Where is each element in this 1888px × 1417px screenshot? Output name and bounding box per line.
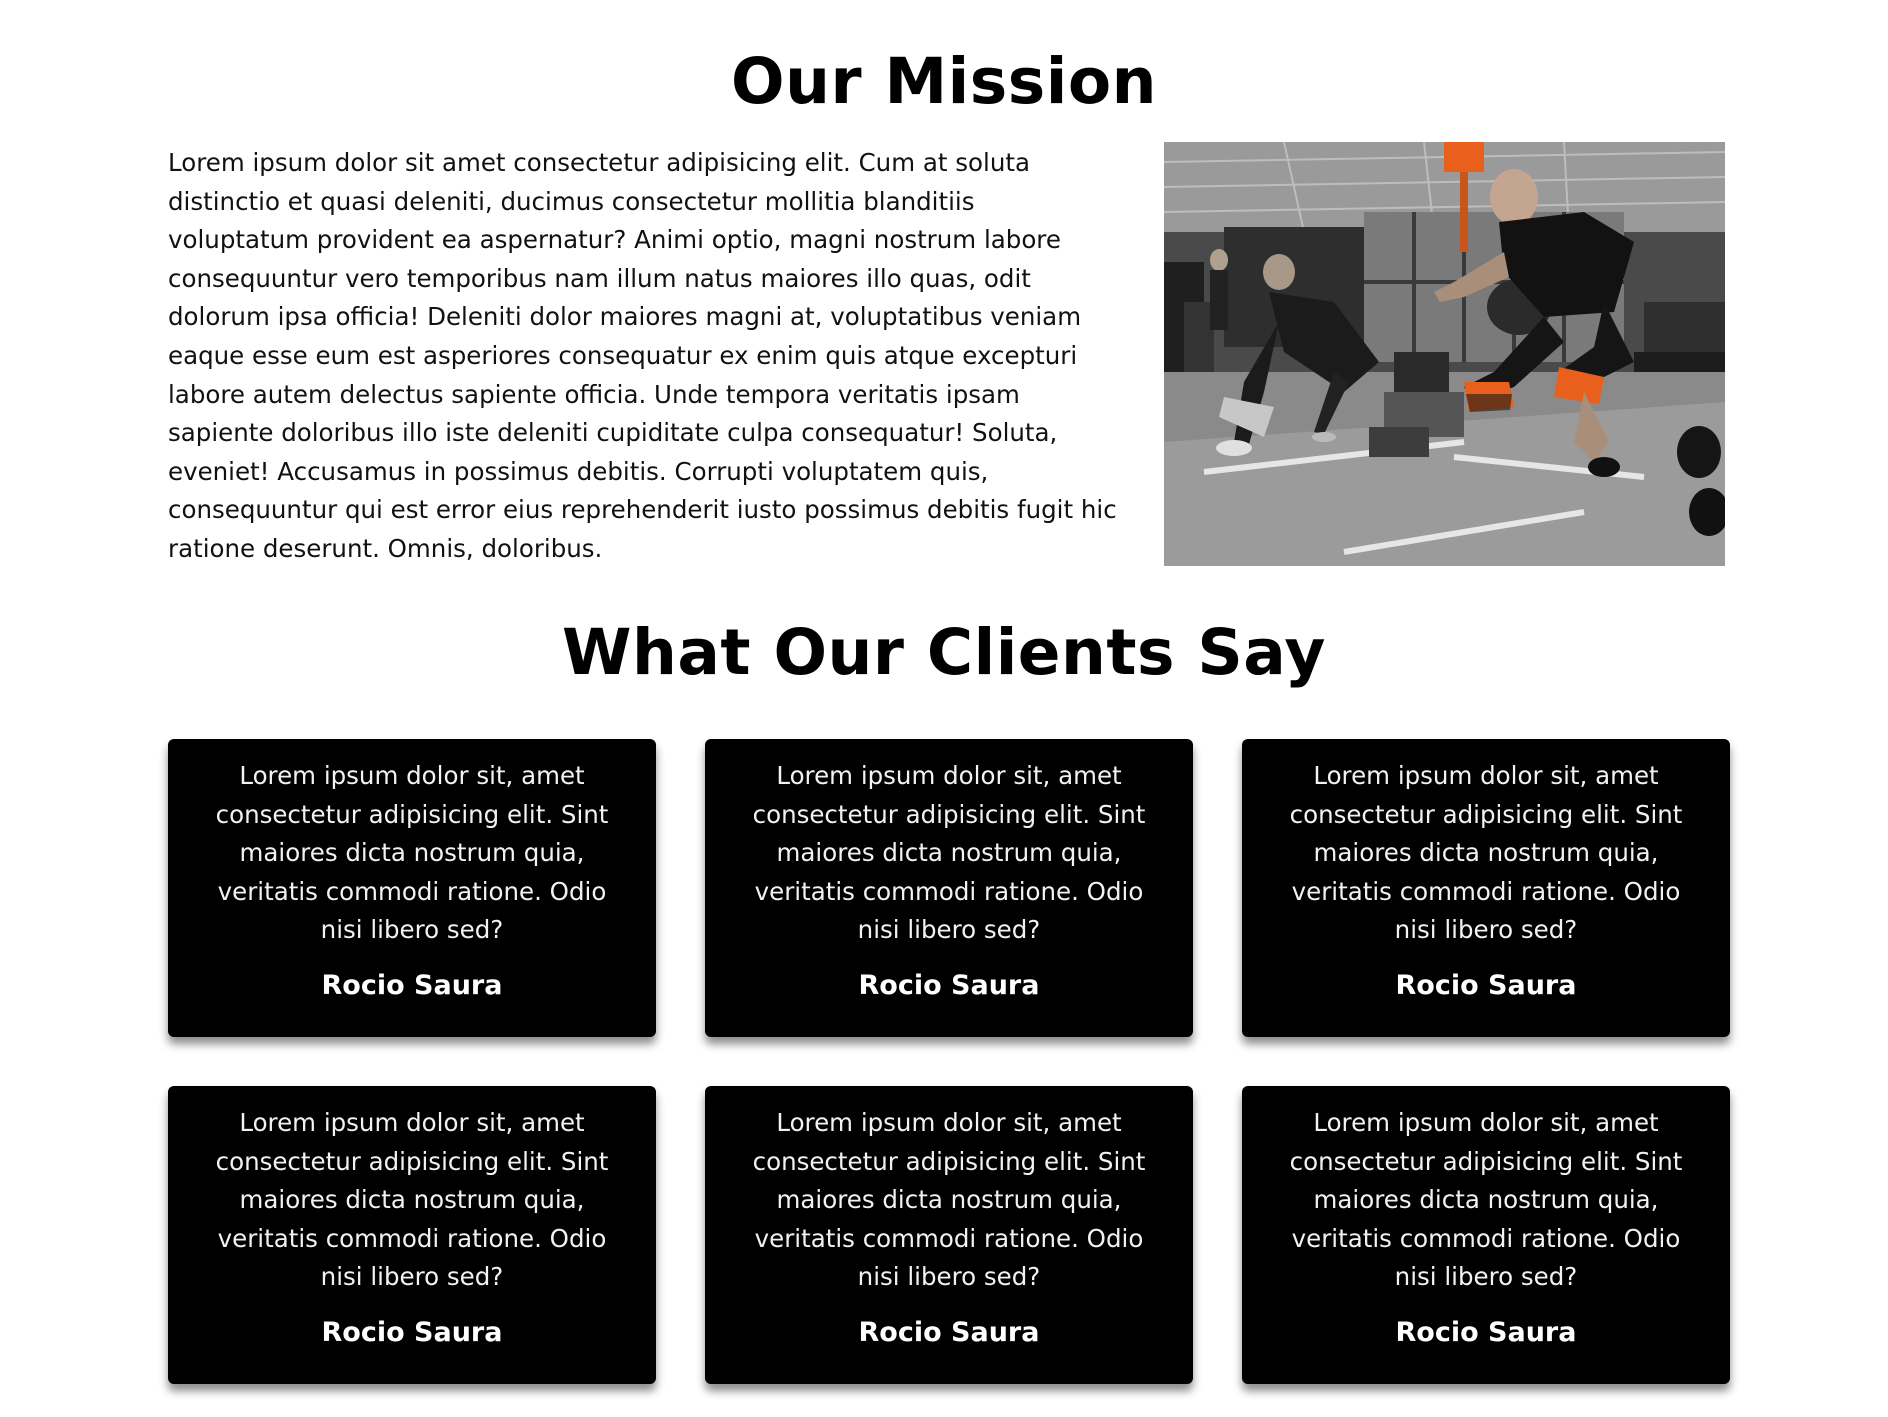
testimonial-quote: Lorem ipsum dolor sit, amet consectetur …	[215, 1108, 609, 1292]
testimonial-author: Rocio Saura	[858, 1316, 1040, 1348]
testimonial-quote: Lorem ipsum dolor sit, amet consectetur …	[752, 1108, 1146, 1292]
mission-title: Our Mission	[731, 45, 1157, 118]
testimonial-card: Lorem ipsum dolor sit, amet consectetur …	[168, 1086, 656, 1384]
testimonial-card: Lorem ipsum dolor sit, amet consectetur …	[1242, 739, 1730, 1037]
mission-text: Lorem ipsum dolor sit amet consectetur a…	[168, 148, 1117, 563]
gym-workout-photo	[1164, 142, 1725, 566]
testimonial-quote: Lorem ipsum dolor sit, amet consectetur …	[1289, 1108, 1683, 1292]
testimonial-author: Rocio Saura	[321, 969, 503, 1001]
testimonial-author: Rocio Saura	[858, 969, 1040, 1001]
testimonial-card: Lorem ipsum dolor sit, amet consectetur …	[705, 1086, 1193, 1384]
testimonial-author: Rocio Saura	[1395, 1316, 1577, 1348]
testimonial-quote: Lorem ipsum dolor sit, amet consectetur …	[1289, 761, 1683, 945]
testimonial-card: Lorem ipsum dolor sit, amet consectetur …	[1242, 1086, 1730, 1384]
testimonial-card: Lorem ipsum dolor sit, amet consectetur …	[168, 739, 656, 1037]
testimonial-quote: Lorem ipsum dolor sit, amet consectetur …	[752, 761, 1146, 945]
testimonial-quote: Lorem ipsum dolor sit, amet consectetur …	[215, 761, 609, 945]
testimonial-author: Rocio Saura	[1395, 969, 1577, 1001]
page: Our Mission Lorem ipsum dolor sit amet c…	[0, 0, 1888, 1417]
testimonial-author: Rocio Saura	[321, 1316, 503, 1348]
testimonial-card: Lorem ipsum dolor sit, amet consectetur …	[705, 739, 1193, 1037]
testimonials-title: What Our Clients Say	[562, 616, 1326, 689]
